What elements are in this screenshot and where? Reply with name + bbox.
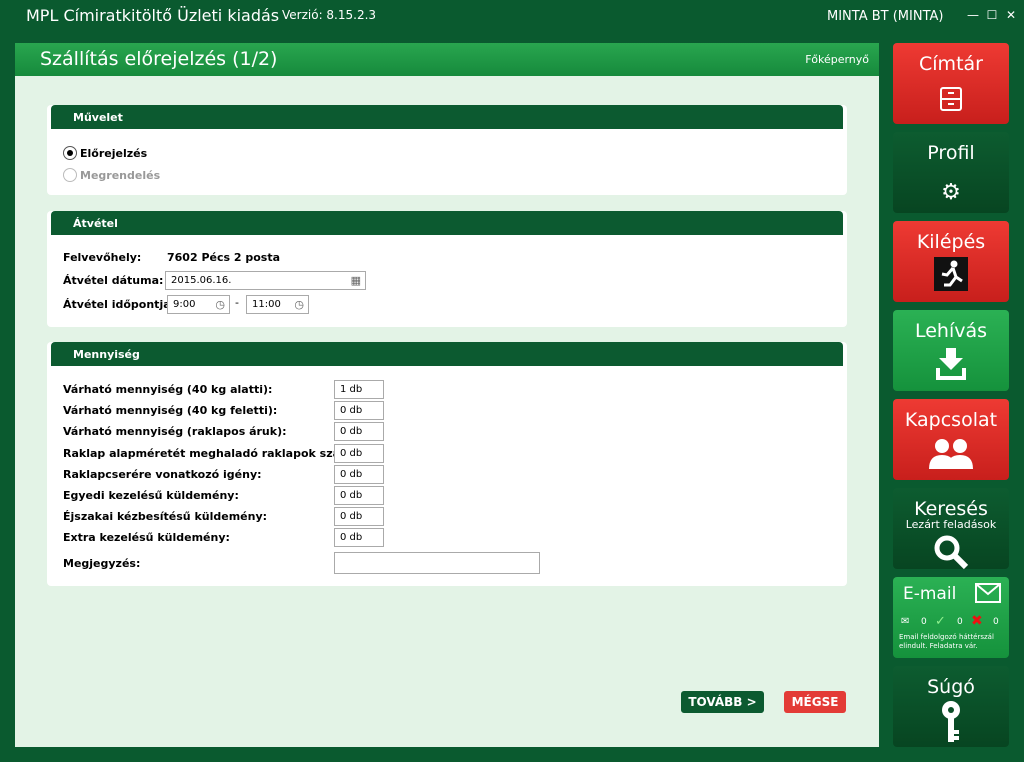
quantity-label: Egyedi kezelésű küldemény: bbox=[63, 489, 239, 502]
section-header: Átvétel bbox=[51, 211, 843, 235]
maximize-button[interactable]: ☐ bbox=[985, 8, 999, 24]
main-panel: Szállítás előrejelzés (1/2) Főképernyő M… bbox=[15, 43, 879, 747]
sidebar-kereses[interactable]: Keresés Lezárt feladások bbox=[893, 488, 1009, 570]
app-user: MINTA BT (MINTA) bbox=[827, 9, 944, 24]
gear-icon: ⚙ bbox=[941, 180, 961, 205]
datum-label: Átvétel dátuma: bbox=[63, 274, 164, 287]
clock-icon[interactable]: ◷ bbox=[294, 298, 304, 311]
tile-label: E-mail bbox=[903, 584, 957, 604]
megjegyzes-label: Megjegyzés: bbox=[63, 557, 141, 570]
check-icon: ✓ bbox=[935, 614, 946, 629]
quantity-input[interactable]: 0 db bbox=[334, 401, 384, 420]
megjegyzes-field[interactable] bbox=[334, 552, 540, 574]
quantity-input[interactable]: 0 db bbox=[334, 444, 384, 463]
tile-label: Címtár bbox=[919, 53, 983, 75]
key-icon bbox=[893, 700, 1009, 750]
sidebar-lehivas[interactable]: Lehívás bbox=[893, 310, 1009, 391]
radio-elorejelzes[interactable]: Előrejelzés bbox=[63, 146, 147, 160]
minimize-button[interactable]: — bbox=[966, 8, 980, 24]
section-atvetel: Átvétel Felvevőhely: 7602 Pécs 2 posta Á… bbox=[47, 211, 847, 327]
quantity-label: Éjszakai kézbesítésű küldemény: bbox=[63, 510, 268, 523]
exit-icon bbox=[893, 257, 1009, 297]
envelope-icon bbox=[975, 583, 1001, 607]
tile-label: Kilépés bbox=[916, 231, 986, 253]
home-link[interactable]: Főképernyő bbox=[805, 53, 869, 66]
cabinet-icon bbox=[893, 87, 1009, 117]
email-status: Email feldolgozó háttérszál elindult. Fe… bbox=[899, 633, 994, 650]
tile-label: Kapcsolat bbox=[904, 409, 998, 431]
sidebar-sugo[interactable]: Súgó bbox=[893, 666, 1009, 747]
page-header: Szállítás előrejelzés (1/2) Főképernyő bbox=[15, 43, 879, 76]
app-version: Verzió: 8.15.2.3 bbox=[282, 8, 377, 22]
mail-ok-count: 0 bbox=[957, 617, 963, 627]
tile-label: Keresés bbox=[914, 498, 988, 520]
title-bar: MPL Címiratkitöltő Üzleti kiadás Verzió:… bbox=[0, 0, 1024, 34]
quantity-input[interactable]: 1 db bbox=[334, 380, 384, 399]
tile-label: Lehívás bbox=[914, 320, 988, 342]
contacts-icon bbox=[893, 437, 1009, 475]
clock-icon[interactable]: ◷ bbox=[215, 298, 225, 311]
tile-label: Súgó bbox=[927, 676, 975, 698]
felvevohely-value: 7602 Pécs 2 posta bbox=[167, 251, 281, 264]
radio-label: Előrejelzés bbox=[80, 146, 148, 160]
sidebar-email[interactable]: E-mail ✉ 0 ✓ 0 ✖ 0 Email feldolgozó hátt… bbox=[893, 577, 1009, 658]
idopont-from-field[interactable]: 9:00 ◷ bbox=[167, 295, 230, 314]
datum-value: 2015.06.16. bbox=[171, 275, 232, 286]
section-header: Művelet bbox=[51, 105, 843, 129]
quantity-input[interactable]: 0 db bbox=[334, 507, 384, 526]
quantity-input[interactable]: 0 db bbox=[334, 422, 384, 441]
tile-sublabel: Lezárt feladások bbox=[905, 518, 997, 531]
search-icon bbox=[893, 534, 1009, 576]
sidebar-kapcsolat[interactable]: Kapcsolat bbox=[893, 399, 1009, 480]
quantity-input[interactable]: 0 db bbox=[334, 465, 384, 484]
idopont-from-value: 9:00 bbox=[173, 299, 196, 310]
quantity-input[interactable]: 0 db bbox=[334, 528, 384, 547]
idopont-label: Átvétel időpontja: bbox=[63, 298, 176, 311]
radio-unselected-icon[interactable] bbox=[63, 168, 77, 182]
quantity-label: Extra kezelésű küldemény: bbox=[63, 531, 230, 544]
quantity-label: Várható mennyiség (raklapos áruk): bbox=[63, 425, 287, 438]
section-mennyiseg: Mennyiség Várható mennyiség (40 kg alatt… bbox=[47, 342, 847, 586]
page-title: Szállítás előrejelzés (1/2) bbox=[40, 48, 278, 70]
radio-label: Megrendelés bbox=[80, 168, 161, 182]
close-button[interactable]: ✕ bbox=[1004, 8, 1018, 24]
error-icon: ✖ bbox=[971, 613, 983, 629]
time-separator: - bbox=[235, 296, 239, 309]
tile-label: Profil bbox=[927, 142, 975, 164]
datum-field[interactable]: 2015.06.16. ▦ bbox=[165, 271, 366, 290]
section-muvelet: Művelet Előrejelzés Megrendelés bbox=[47, 105, 847, 195]
section-header: Mennyiség bbox=[51, 342, 843, 366]
mail-err-count: 0 bbox=[993, 617, 999, 627]
quantity-label: Várható mennyiség (40 kg alatti): bbox=[63, 383, 273, 396]
calendar-icon[interactable]: ▦ bbox=[351, 274, 361, 287]
sidebar-profil[interactable]: Profil ⚙ bbox=[893, 132, 1009, 213]
app-title: MPL Címiratkitöltő Üzleti kiadás bbox=[26, 6, 280, 25]
mail-new-count: 0 bbox=[921, 617, 927, 627]
quantity-label: Raklapcserére vonatkozó igény: bbox=[63, 468, 262, 481]
download-icon bbox=[893, 348, 1009, 386]
radio-selected-icon[interactable] bbox=[63, 146, 77, 160]
next-button[interactable]: TOVÁBB > bbox=[681, 691, 764, 713]
idopont-to-value: 11:00 bbox=[252, 299, 281, 310]
cancel-button[interactable]: MÉGSE bbox=[784, 691, 846, 713]
idopont-to-field[interactable]: 11:00 ◷ bbox=[246, 295, 309, 314]
quantity-label: Raklap alapméretét meghaladó raklapok sz… bbox=[63, 447, 364, 460]
mail-new-icon: ✉ bbox=[901, 616, 910, 627]
sidebar-kilepes[interactable]: Kilépés bbox=[893, 221, 1009, 302]
radio-megrendeles[interactable]: Megrendelés bbox=[63, 168, 160, 182]
quantity-label: Várható mennyiség (40 kg feletti): bbox=[63, 404, 278, 417]
quantity-input[interactable]: 0 db bbox=[334, 486, 384, 505]
sidebar-cimtar[interactable]: Címtár bbox=[893, 43, 1009, 124]
felvevohely-label: Felvevőhely: bbox=[63, 251, 142, 264]
